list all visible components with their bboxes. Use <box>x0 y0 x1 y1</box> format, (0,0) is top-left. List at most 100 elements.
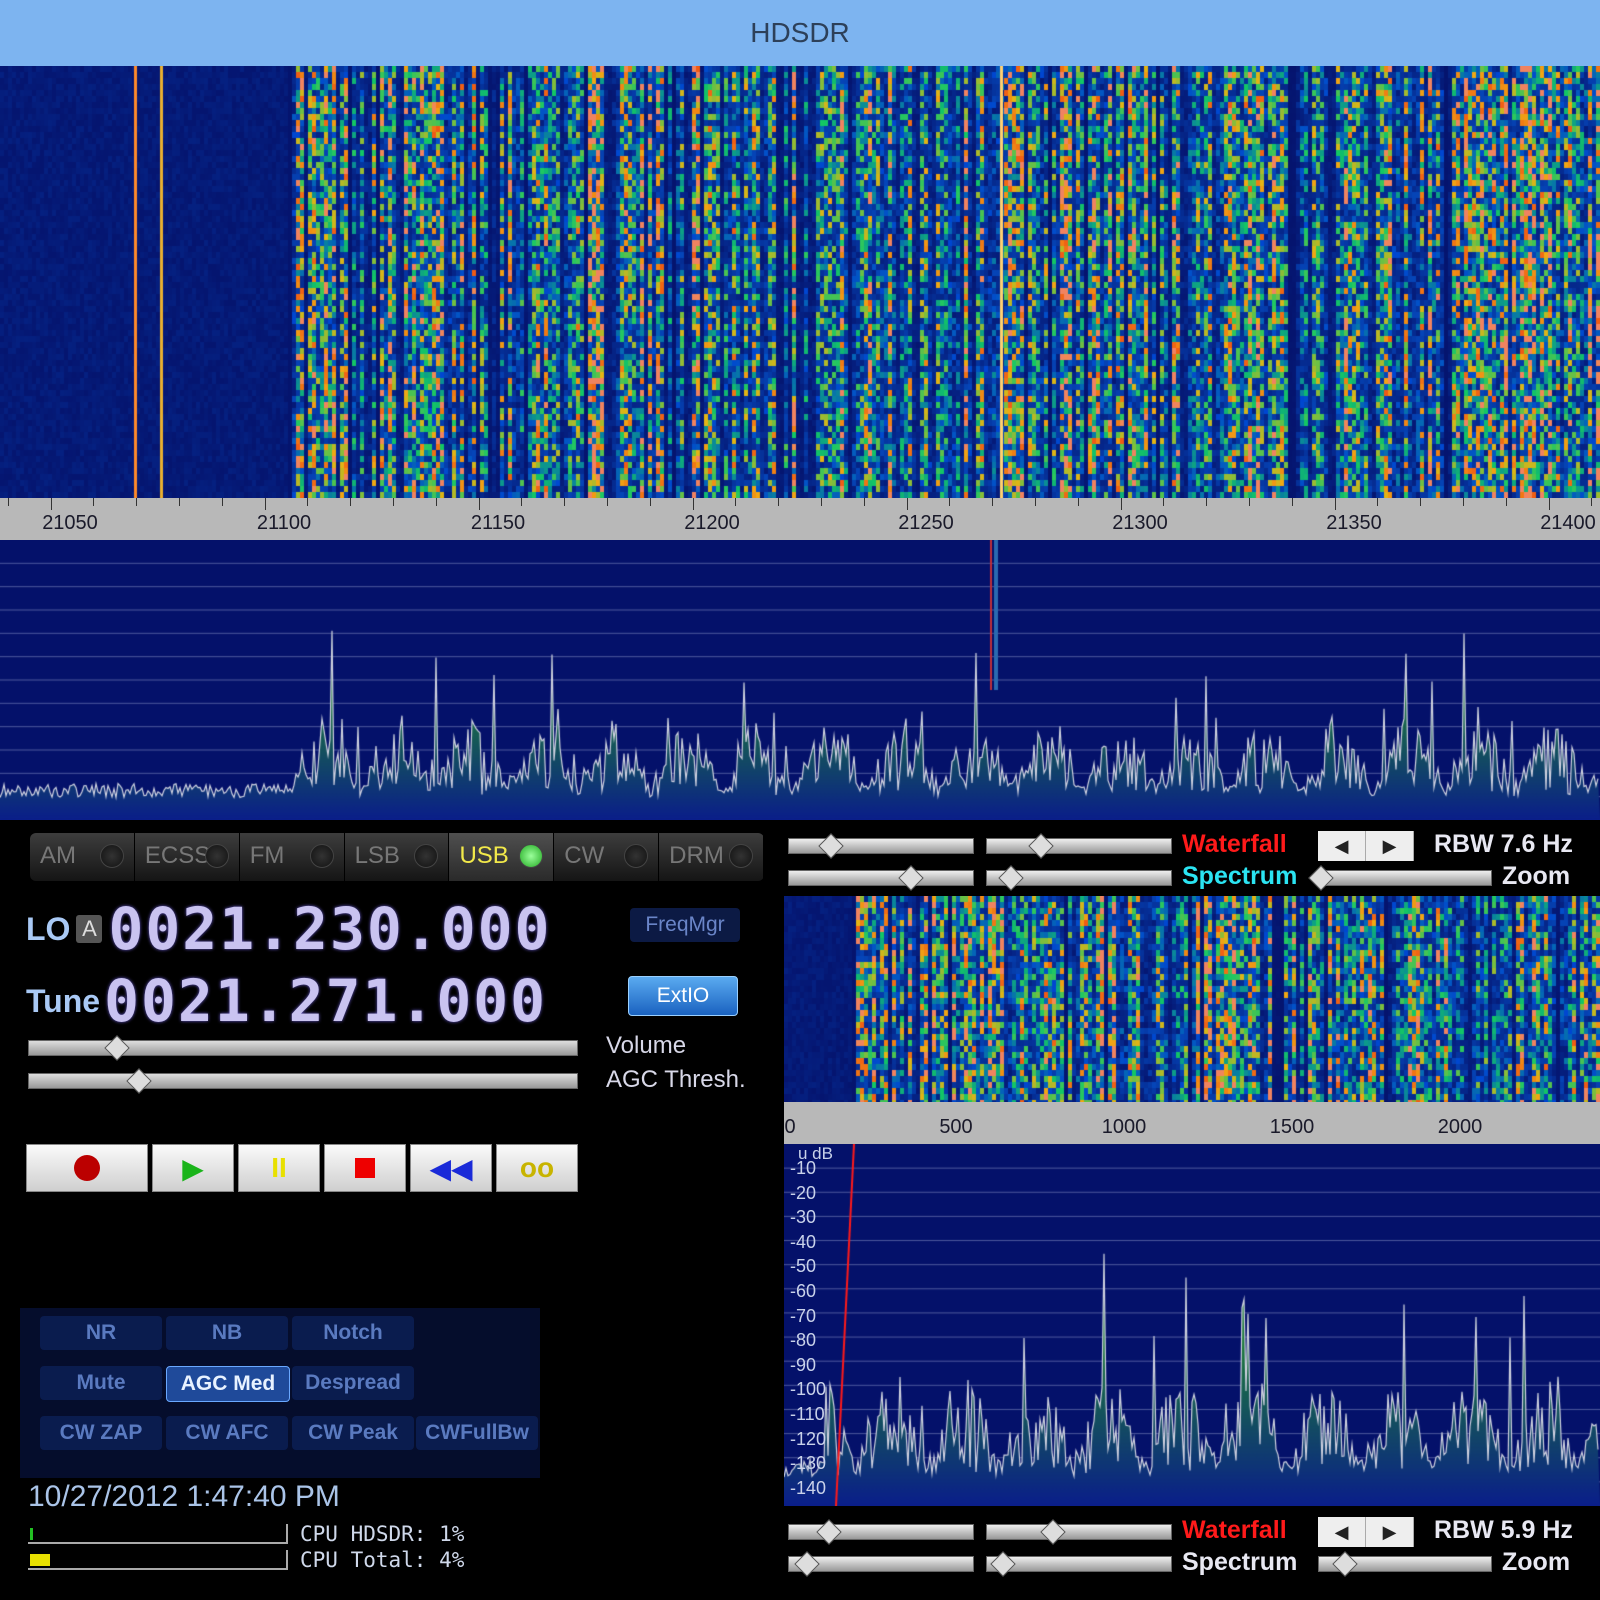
slider-thumb[interactable] <box>794 1551 820 1577</box>
rf-axis-tick <box>778 498 780 506</box>
af-spectrum-max-slider[interactable] <box>986 1551 1172 1577</box>
arrow-left-icon[interactable]: ◀ <box>1318 1517 1366 1547</box>
cw-peak-button[interactable]: CW Peak <box>292 1416 414 1450</box>
mode-label: DRM <box>669 842 724 869</box>
rf-axis-tick <box>221 498 223 506</box>
rf-axis-tick <box>1591 498 1593 506</box>
arrow-left-icon[interactable]: ◀ <box>1318 831 1366 861</box>
rf-spectrum-max-slider[interactable] <box>986 865 1172 891</box>
db-scale-label: -100 <box>790 1379 827 1400</box>
rf-spectrum[interactable] <box>0 540 1600 820</box>
af-waterfall-speed-arrows[interactable]: ◀ ▶ <box>1318 1517 1414 1547</box>
rf-axis-tick <box>1377 498 1379 506</box>
af-waterfall-min-slider[interactable] <box>788 1519 974 1545</box>
title-bar: HDSDR <box>0 0 1600 66</box>
af-zoom-slider[interactable] <box>1318 1551 1492 1577</box>
af-spectrum[interactable] <box>784 1144 1600 1506</box>
lo-frequency-display[interactable]: 0021.230.000 <box>108 895 551 963</box>
agc-button[interactable]: AGC Med <box>166 1366 290 1402</box>
slider-thumb[interactable] <box>1332 1551 1358 1577</box>
slider-thumb[interactable] <box>1308 865 1334 891</box>
nr-button[interactable]: NR <box>40 1316 162 1350</box>
cw-zap-button[interactable]: CW ZAP <box>40 1416 162 1450</box>
rf-frequency-axis[interactable]: 21050 21100 21150 21200 21250 21300 21350 21400 <box>0 498 1600 540</box>
play-button[interactable]: ▶ <box>152 1144 234 1192</box>
mode-led-icon <box>309 844 334 868</box>
slider-thumb[interactable] <box>1040 1519 1066 1545</box>
rf-axis-tick <box>1077 498 1079 506</box>
agc-threshold-slider[interactable] <box>28 1068 578 1094</box>
mode-fm-button[interactable]: FM <box>240 833 345 881</box>
clock-display: 10/27/2012 1:47:40 PM <box>28 1480 340 1513</box>
rf-axis-label: 21050 <box>42 512 98 534</box>
af-frequency-axis[interactable]: 0 500 1000 1500 2000 <box>784 1102 1600 1144</box>
dsp-panel: NR NB Notch Mute AGC Med Despread CW ZAP… <box>20 1308 540 1478</box>
rf-axis-tick <box>1206 498 1208 506</box>
mode-drm-button[interactable]: DRM <box>659 833 765 881</box>
af-axis-label: 500 <box>939 1116 973 1138</box>
rf-axis-tick <box>136 498 138 506</box>
mode-label: AM <box>40 842 76 869</box>
mode-label: LSB <box>354 842 400 869</box>
rf-rbw-label: RBW 7.6 Hz <box>1434 830 1573 858</box>
rf-waterfall-label: Waterfall <box>1182 830 1287 858</box>
tune-frequency-display[interactable]: 0021.271.000 <box>104 967 547 1035</box>
slider-thumb[interactable] <box>990 1551 1016 1577</box>
slider-thumb[interactable] <box>898 865 924 891</box>
db-scale-label: -50 <box>790 1256 817 1277</box>
cw-afc-button[interactable]: CW AFC <box>166 1416 288 1450</box>
rf-waterfall-speed-arrows[interactable]: ◀ ▶ <box>1318 831 1414 861</box>
arrow-right-icon[interactable]: ▶ <box>1366 831 1414 861</box>
slider-thumb[interactable] <box>998 865 1024 891</box>
mode-lsb-button[interactable]: LSB <box>345 833 450 881</box>
cpu-hdsdr-meter <box>28 1524 288 1544</box>
rf-axis-tick <box>179 498 180 506</box>
mute-button[interactable]: Mute <box>40 1366 162 1400</box>
rf-axis-tick <box>1249 498 1250 506</box>
stop-button[interactable] <box>324 1144 406 1192</box>
pause-button[interactable]: II <box>238 1144 320 1192</box>
loop-button[interactable]: oo <box>496 1144 578 1192</box>
rf-waterfall[interactable] <box>0 66 1600 498</box>
agc-threshold-slider-thumb[interactable] <box>125 1068 152 1094</box>
nb-button[interactable]: NB <box>166 1316 288 1350</box>
mode-cw-button[interactable]: CW <box>554 833 660 881</box>
window-title: HDSDR <box>750 17 850 48</box>
af-waterfall-label: Waterfall <box>1182 1516 1287 1544</box>
db-scale-label: -140 <box>790 1477 827 1498</box>
rf-axis-tick <box>478 498 480 510</box>
rf-spectrum-min-slider[interactable] <box>788 865 974 891</box>
mode-am-button[interactable]: AM <box>30 833 135 881</box>
record-button[interactable] <box>26 1144 148 1192</box>
rf-axis-tick <box>1463 498 1464 506</box>
cw-full-bw-button[interactable]: CWFullBw <box>416 1416 538 1450</box>
freqmgr-button[interactable]: FreqMgr <box>630 908 740 942</box>
rf-axis-tick <box>7 498 9 506</box>
rf-waterfall-max-slider[interactable] <box>986 833 1172 859</box>
rf-zoom-slider[interactable] <box>1308 865 1492 891</box>
af-spectrum-min-slider[interactable] <box>788 1551 974 1577</box>
rf-axis-tick <box>307 498 309 506</box>
volume-slider[interactable] <box>28 1035 578 1061</box>
notch-button[interactable]: Notch <box>292 1316 414 1350</box>
rewind-button[interactable]: ◀◀ <box>410 1144 492 1192</box>
arrow-right-icon[interactable]: ▶ <box>1366 1517 1414 1547</box>
extio-button[interactable]: ExtIO <box>628 976 738 1016</box>
record-icon <box>74 1155 100 1181</box>
rf-waterfall-min-slider[interactable] <box>788 833 974 859</box>
af-spectrum-label: Spectrum <box>1182 1548 1298 1576</box>
db-scale-label: -130 <box>790 1453 827 1474</box>
af-waterfall[interactable] <box>784 896 1600 1102</box>
db-scale-label: -120 <box>790 1428 827 1449</box>
slider-thumb[interactable] <box>816 1519 842 1545</box>
mode-ecss-button[interactable]: ECSS <box>135 833 240 881</box>
volume-slider-thumb[interactable] <box>103 1035 130 1061</box>
slider-thumb[interactable] <box>1028 833 1054 859</box>
mode-usb-button[interactable]: USB <box>449 833 555 881</box>
stop-icon <box>355 1158 375 1178</box>
despread-button[interactable]: Despread <box>292 1366 414 1400</box>
lo-lock-badge[interactable]: A <box>76 915 103 943</box>
slider-thumb[interactable] <box>818 833 844 859</box>
af-waterfall-max-slider[interactable] <box>986 1519 1172 1545</box>
mode-label: FM <box>249 842 285 869</box>
